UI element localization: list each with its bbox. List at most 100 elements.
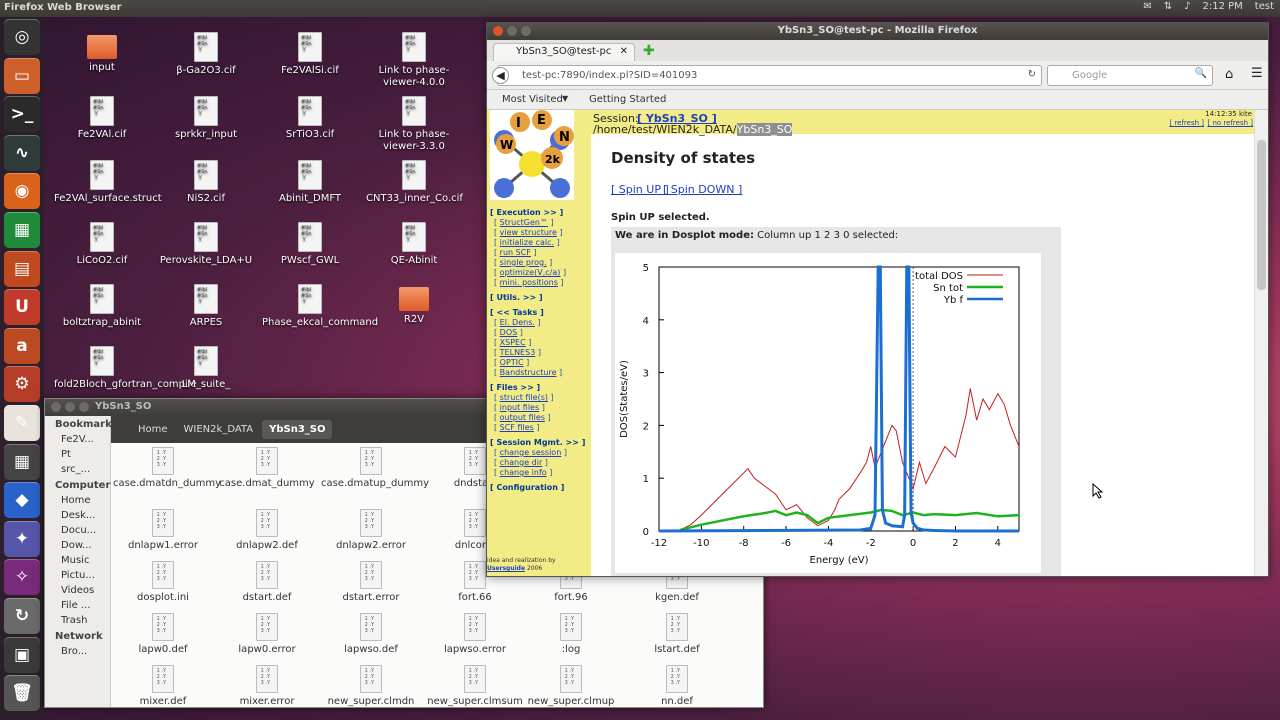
- close-icon[interactable]: [51, 402, 61, 412]
- trash-launcher-icon[interactable]: 🗑: [4, 675, 40, 712]
- desktop-icon[interactable]: #lbl #Sn Y SrTiO3.cif: [262, 96, 358, 141]
- sidebar-item[interactable]: Music: [45, 553, 110, 568]
- file-item[interactable]: 1 .Y 2 .Y 3 .Y dnlapw1.error: [113, 509, 213, 551]
- desktop-icon[interactable]: R2V: [366, 284, 462, 326]
- menu-link[interactable]: change session: [500, 448, 562, 457]
- desktop-icon[interactable]: #lbl #Sn Y Abinit_DMFT: [262, 160, 358, 205]
- menu-item[interactable]: [ change session ]: [490, 448, 591, 457]
- text-editor-launcher-icon[interactable]: ✎: [4, 405, 40, 441]
- file-item[interactable]: 1 .Y 2 .Y 3 .Y dnlapw2.error: [321, 509, 421, 551]
- menu-item[interactable]: [ DOS ]: [490, 328, 591, 337]
- files-launcher-icon[interactable]: ▭: [4, 57, 40, 94]
- menu-link[interactable]: run SCF: [500, 248, 531, 257]
- file-item[interactable]: 1 .Y 2 .Y 3 .Y mixer.error: [217, 665, 317, 707]
- home-icon[interactable]: ⌂: [1225, 67, 1233, 82]
- desktop-icon[interactable]: #lbl #Sn Y LM_suite_: [158, 346, 254, 391]
- spin-down-link[interactable]: [ Spin DOWN ]: [663, 183, 742, 196]
- new-tab-icon[interactable]: ✚: [643, 43, 655, 59]
- menu-item[interactable]: [ change info ]: [490, 468, 591, 477]
- file-item[interactable]: 1 .Y 2 .Y 3 .Y new_super.clmsum: [425, 665, 525, 707]
- spin-up-link[interactable]: [ Spin UP ]: [611, 183, 669, 196]
- menu-item[interactable]: [ single prog. ]: [490, 258, 591, 267]
- menu-link[interactable]: DOS: [500, 328, 518, 337]
- vesta-launcher-icon[interactable]: ◆: [4, 482, 40, 519]
- usersguide-link[interactable]: Usersguide: [487, 565, 525, 572]
- menu-link[interactable]: change info: [500, 468, 547, 477]
- sidebar-item[interactable]: Dow...: [45, 538, 110, 553]
- file-item[interactable]: 1 .Y 2 .Y 3 .Y mixer.def: [113, 665, 213, 707]
- system-settings-launcher-icon[interactable]: ⚙: [4, 366, 40, 403]
- file-item[interactable]: 1 .Y 2 .Y 3 .Y lapw0.def: [113, 613, 213, 655]
- menu-link[interactable]: single prog.: [500, 258, 547, 267]
- file-item[interactable]: 1 .Y 2 .Y 3 .Y case.dmatdn_dummy: [113, 447, 221, 489]
- maximize-icon[interactable]: [521, 26, 531, 36]
- firefox-launcher-icon[interactable]: ◉: [4, 173, 40, 210]
- search-input[interactable]: Google 🔍: [1047, 65, 1213, 86]
- desktop-icon[interactable]: #lbl #Sn Y Link to phase-viewer-4.0.0: [366, 32, 462, 89]
- menu-item[interactable]: [ Bandstructure ]: [490, 368, 591, 377]
- desktop-icon[interactable]: #lbl #Sn Y Fe2VAl.cif: [54, 96, 150, 141]
- sidebar-item[interactable]: Pictu...: [45, 568, 110, 583]
- sidebar-item[interactable]: Trash: [45, 613, 110, 628]
- menu-item[interactable]: [ change dir ]: [490, 458, 591, 467]
- sidebar-item[interactable]: Fe2V...: [45, 432, 110, 447]
- sidebar-item[interactable]: src_...: [45, 462, 110, 477]
- menu-icon[interactable]: ☰: [1251, 66, 1263, 81]
- back-icon[interactable]: ◀: [492, 67, 509, 84]
- menu-item[interactable]: [ struct file(s) ]: [490, 393, 591, 402]
- system-monitor-launcher-icon[interactable]: ∿: [4, 134, 40, 171]
- menu-link[interactable]: change dir: [500, 458, 543, 467]
- menu-item[interactable]: [ view structure ]: [490, 228, 591, 237]
- workspace-switcher-launcher-icon[interactable]: ▣: [4, 636, 40, 673]
- menu-link[interactable]: XSPEC: [500, 338, 526, 347]
- desktop-icon[interactable]: #lbl #Sn Y PWscf_GWL: [262, 222, 358, 267]
- bookmark-getting-started[interactable]: Getting Started: [589, 94, 666, 105]
- desktop-icon[interactable]: #lbl #Sn Y boltztrap_abinit: [54, 284, 150, 329]
- file-item[interactable]: 1 .Y 2 .Y 3 .Y lapwso.error: [425, 613, 525, 655]
- user-menu[interactable]: test: [1255, 1, 1274, 12]
- bookmark-most-visited[interactable]: Most Visited: [502, 94, 563, 105]
- breadcrumb-item[interactable]: YbSn3_SO: [262, 420, 333, 439]
- amazon-launcher-icon[interactable]: a: [4, 327, 40, 364]
- sidebar-item[interactable]: Home: [45, 493, 110, 508]
- menu-link[interactable]: OPTIC: [500, 358, 524, 367]
- file-item[interactable]: 1 .Y 2 .Y 3 .Y dnlapw2.def: [217, 509, 317, 551]
- menu-link[interactable]: SCF files: [500, 423, 534, 432]
- search-icon[interactable]: 🔍: [1195, 68, 1207, 79]
- network-icon[interactable]: ⇅: [1164, 1, 1172, 12]
- menu-item[interactable]: [ input files ]: [490, 403, 591, 412]
- menu-link[interactable]: TELNES3: [500, 348, 536, 357]
- desktop-icon[interactable]: #lbl #Sn Y Link to phase-viewer-3.3.0: [366, 96, 462, 153]
- file-item[interactable]: 1 .Y 2 .Y 3 .Y case.dmatup_dummy: [321, 447, 429, 489]
- mirage-launcher-icon[interactable]: ✦: [4, 520, 40, 557]
- file-item[interactable]: 1 .Y 2 .Y 3 .Y lapwso.def: [321, 613, 421, 655]
- refresh-link[interactable]: [ refresh ]: [1169, 119, 1204, 127]
- tab-wien2k[interactable]: YbSn3_SO@test-pc ✕: [493, 43, 635, 61]
- desktop-icon[interactable]: #lbl #Sn Y ARPES: [158, 284, 254, 329]
- dash-home-launcher-icon[interactable]: ◎: [4, 19, 40, 55]
- menu-link[interactable]: struct file(s): [500, 393, 548, 402]
- menu-section-0[interactable]: [ Execution >> ]: [490, 208, 591, 217]
- file-item[interactable]: 1 .Y 2 .Y 3 .Y dstart.error: [321, 561, 421, 603]
- minimize-icon[interactable]: [65, 402, 75, 412]
- libreoffice-calc-launcher-icon[interactable]: ▦: [4, 212, 40, 248]
- file-item[interactable]: 1 .Y 2 .Y 3 .Y lapw0.error: [217, 613, 317, 655]
- calculator-launcher-icon[interactable]: ▦: [4, 443, 40, 480]
- menu-link[interactable]: StructGen™: [500, 218, 548, 227]
- breadcrumb-item[interactable]: WIEN2k_DATA: [177, 420, 261, 439]
- desktop-icon[interactable]: #lbl #Sn Y NiS2.cif: [158, 160, 254, 205]
- desktop-icon[interactable]: #lbl #Sn Y Phase_ekcal_command: [262, 284, 378, 329]
- file-item[interactable]: 1 .Y 2 .Y 3 .Y nn.def: [627, 665, 727, 707]
- menu-section-1[interactable]: [ Utils. >> ]: [490, 293, 591, 302]
- chevron-down-icon[interactable]: ▼: [562, 94, 568, 103]
- minimize-icon[interactable]: [507, 26, 517, 36]
- libreoffice-impress-launcher-icon[interactable]: ▤: [4, 250, 40, 287]
- no-refresh-link[interactable]: [ no refresh ]: [1208, 119, 1253, 127]
- breadcrumb-item[interactable]: Home: [131, 420, 175, 439]
- desktop-icon[interactable]: #lbl #Sn Y LiCoO2.cif: [54, 222, 150, 267]
- menu-link[interactable]: input files: [500, 403, 539, 412]
- sidebar-item[interactable]: Pt: [45, 447, 110, 462]
- sidebar-item[interactable]: Bro...: [45, 644, 110, 659]
- desktop-icon[interactable]: #lbl #Sn Y QE-Abinit: [366, 222, 462, 267]
- menu-item[interactable]: [ run SCF ]: [490, 248, 591, 257]
